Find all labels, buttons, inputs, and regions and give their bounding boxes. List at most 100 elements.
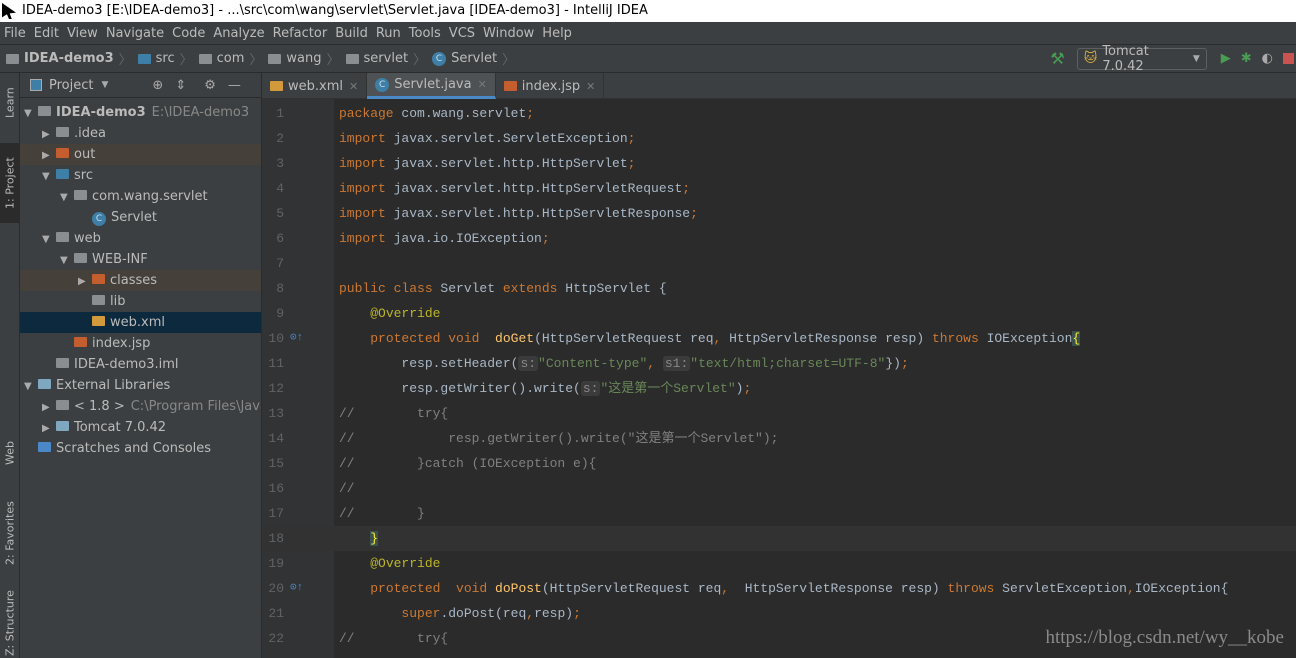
- tool-tab-structure[interactable]: Z: Structure: [0, 588, 20, 658]
- tree-item[interactable]: ▼ com.wang.servlet: [20, 186, 261, 207]
- tree-item[interactable]: ▼ IDEA-demo3 E:\IDEA-demo3: [20, 102, 261, 123]
- tool-tab-web[interactable]: Web: [0, 428, 20, 478]
- menu-code[interactable]: Code: [172, 26, 205, 41]
- code-text: import javax.servlet.http.HttpServletRes…: [339, 201, 698, 226]
- minimize-icon[interactable]: —: [228, 78, 241, 93]
- override-icon[interactable]: ⊙↑: [290, 326, 303, 351]
- code-token: ,: [713, 331, 730, 346]
- line-number: 22: [268, 631, 284, 646]
- chevron-down-icon[interactable]: ▼: [60, 187, 74, 207]
- project-view-select[interactable]: Project: [49, 78, 93, 93]
- tool-tab-favorites[interactable]: 2: Favorites: [0, 491, 20, 576]
- code-token: ,: [721, 581, 745, 596]
- breadcrumb-item[interactable]: com 〉: [198, 49, 262, 68]
- chevron-right-icon[interactable]: ▶: [78, 271, 92, 291]
- tree-item[interactable]: ▶ .idea: [20, 123, 261, 144]
- tab-index-jsp[interactable]: index.jsp ✕: [496, 73, 605, 99]
- build-icon[interactable]: ⚒: [1050, 49, 1064, 68]
- code-token: (HttpServletRequest req: [534, 331, 714, 346]
- code-text: resp.setHeader(s: "Content-type", s1: "tex…: [339, 351, 909, 376]
- tree-item[interactable]: ▼ web: [20, 228, 261, 249]
- close-icon[interactable]: ✕: [586, 80, 595, 93]
- tree-item-label: com.wang.servlet: [92, 189, 208, 204]
- collapse-all-icon[interactable]: ⇕: [175, 78, 186, 93]
- chevron-right-icon[interactable]: ▶: [42, 418, 56, 438]
- run-config-select[interactable]: 🐱 Tomcat 7.0.42 ▼: [1076, 44, 1207, 74]
- menu-navigate[interactable]: Navigate: [106, 26, 164, 41]
- code-editor[interactable]: 1 package com.wang.servlet; 2 import javax.…: [262, 99, 1296, 658]
- menu-analyze[interactable]: Analyze: [213, 26, 264, 41]
- tree-item[interactable]: ▼ src: [20, 165, 261, 186]
- menu-help[interactable]: Help: [542, 26, 572, 41]
- tree-item[interactable]: index.jsp: [20, 333, 261, 354]
- chevron-down-icon[interactable]: ▼: [60, 250, 74, 270]
- tree-item[interactable]: ▶ out: [20, 144, 261, 165]
- tree-item[interactable]: C Servlet: [20, 207, 261, 228]
- override-icon[interactable]: ⊙↑: [290, 576, 303, 601]
- tree-item-label: .idea: [74, 126, 106, 141]
- close-icon[interactable]: ✕: [478, 78, 487, 91]
- menu-vcs[interactable]: VCS: [449, 26, 475, 41]
- tree-item[interactable]: ▼ WEB-INF: [20, 249, 261, 270]
- code-text: import javax.servlet.http.HttpServlet;: [339, 151, 635, 176]
- menu-refactor[interactable]: Refactor: [273, 26, 328, 41]
- coverage-icon[interactable]: ◐: [1262, 51, 1273, 66]
- chevron-right-icon: 〉: [502, 53, 516, 68]
- code-token: s:: [580, 381, 601, 396]
- breadcrumb-item[interactable]: IDEA-demo3 〉: [6, 49, 132, 68]
- line-number: 11: [268, 356, 284, 371]
- chevron-down-icon[interactable]: ▼: [42, 166, 56, 186]
- chevron-down-icon[interactable]: ▼: [42, 229, 56, 249]
- chevron-down-icon[interactable]: ▼: [24, 103, 38, 123]
- tab-web-xml[interactable]: web.xml ✕: [262, 73, 368, 99]
- menu-file[interactable]: File: [4, 26, 26, 41]
- menu-run[interactable]: Run: [376, 26, 401, 41]
- tree-item[interactable]: ▶ Tomcat 7.0.42: [20, 417, 261, 438]
- tool-tab-learn[interactable]: Learn: [0, 73, 20, 133]
- tree-item[interactable]: ▼ External Libraries: [20, 375, 261, 396]
- tree-item[interactable]: ▶ < 1.8 > C:\Program Files\Java\j: [20, 396, 261, 417]
- run-toolbar: ⚒ 🐱 Tomcat 7.0.42 ▼ ▶ ✱ ◐: [1050, 44, 1296, 74]
- breadcrumb-item[interactable]: src 〉: [137, 49, 193, 68]
- chevron-right-icon[interactable]: ▶: [42, 124, 56, 144]
- code-token: s:: [518, 356, 539, 371]
- code-token: java.io.IOException: [393, 231, 542, 246]
- chevron-down-icon[interactable]: ▼: [101, 80, 108, 90]
- menu-tools[interactable]: Tools: [409, 26, 441, 41]
- tree-item[interactable]: Scratches and Consoles: [20, 438, 261, 459]
- code-token: ,: [1126, 581, 1135, 596]
- tree-item[interactable]: ▶ classes: [20, 270, 261, 291]
- chevron-down-icon[interactable]: ▼: [24, 376, 38, 396]
- gear-icon[interactable]: ⚙: [204, 78, 216, 93]
- tree-item[interactable]: lib: [20, 291, 261, 312]
- editor-tabs: web.xml ✕ C Servlet.java ✕ index.jsp ✕: [262, 73, 1296, 99]
- menu-build[interactable]: Build: [335, 26, 368, 41]
- code-token: Servlet: [440, 281, 503, 296]
- tree-item-label: classes: [110, 273, 158, 288]
- tree-item[interactable]: IDEA-demo3.iml: [20, 354, 261, 375]
- breadcrumb-item[interactable]: servlet 〉: [345, 49, 426, 68]
- breadcrumb-item[interactable]: wang 〉: [268, 49, 340, 68]
- chevron-right-icon[interactable]: ▶: [42, 397, 56, 417]
- run-icon[interactable]: ▶: [1221, 51, 1231, 66]
- stop-icon[interactable]: [1283, 53, 1294, 64]
- folder-excluded-icon: [92, 274, 105, 284]
- tree-item[interactable]: web.xml: [20, 312, 261, 333]
- menu-window[interactable]: Window: [483, 26, 534, 41]
- debug-icon[interactable]: ✱: [1241, 51, 1252, 66]
- close-icon[interactable]: ✕: [349, 80, 358, 93]
- menu-edit[interactable]: Edit: [34, 26, 59, 41]
- tab-label: Servlet.java: [394, 77, 472, 92]
- code-token: // try{: [339, 631, 449, 646]
- code-token: resp): [534, 606, 574, 621]
- line-number: 4: [276, 181, 284, 196]
- library-icon: [38, 379, 51, 389]
- chevron-right-icon[interactable]: ▶: [42, 145, 56, 165]
- breadcrumb-item[interactable]: C Servlet 〉: [432, 49, 515, 68]
- tool-tab-project[interactable]: 1: Project: [0, 143, 20, 223]
- locate-icon[interactable]: ⊕: [152, 78, 163, 93]
- tab-servlet-java[interactable]: C Servlet.java ✕: [367, 73, 496, 99]
- tree-item-label: index.jsp: [92, 336, 151, 351]
- menu-view[interactable]: View: [67, 26, 98, 41]
- code-token: "这是第一个Servlet": [600, 381, 736, 396]
